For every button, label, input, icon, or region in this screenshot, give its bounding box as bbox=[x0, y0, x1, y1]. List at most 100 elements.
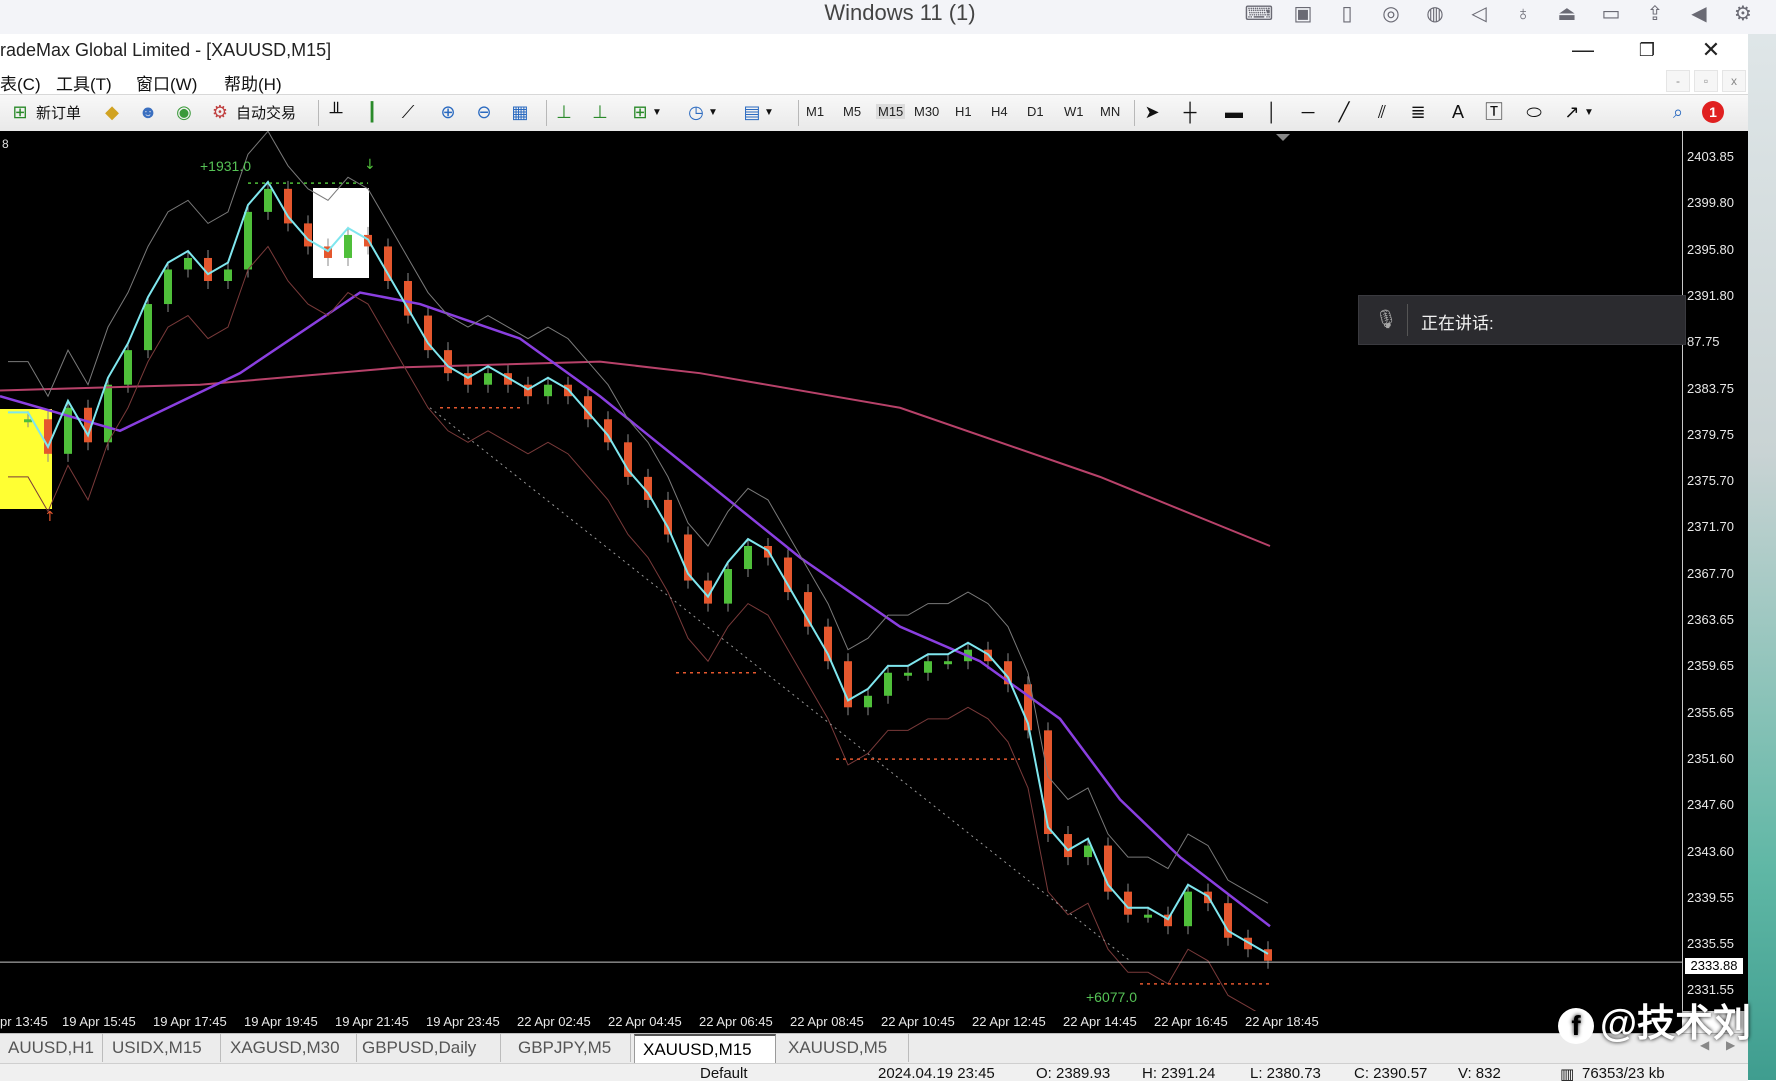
mdi-restore-button[interactable]: ▫ bbox=[1694, 70, 1718, 92]
mdi-minimize-button[interactable]: - bbox=[1666, 70, 1690, 92]
toolbar-separator bbox=[798, 100, 799, 126]
vertical-line-button[interactable]: │ bbox=[1260, 99, 1284, 125]
speaker-icon[interactable]: ◁ bbox=[1464, 2, 1494, 26]
zoom-out-icon: ⊖ bbox=[476, 102, 492, 122]
tab-gbpjpy-m5[interactable]: GBPJPY,M5 bbox=[510, 1034, 631, 1062]
candle-body bbox=[144, 304, 152, 351]
candle-body bbox=[264, 188, 272, 212]
timeframe-h4[interactable]: H4 bbox=[991, 104, 1008, 119]
remote-session-title: Windows 11 (1) bbox=[824, 0, 976, 25]
price-tick-label: 2371.70 bbox=[1687, 519, 1734, 535]
time-tick-label: 19 Apr 15:45 bbox=[62, 1014, 136, 1029]
timeframe-h1[interactable]: H1 bbox=[955, 104, 972, 119]
close-button[interactable]: ✕ bbox=[1688, 36, 1734, 64]
time-tick-label: 22 Apr 18:45 bbox=[1245, 1014, 1319, 1029]
restore-button[interactable]: ❐ bbox=[1624, 36, 1670, 64]
candle-chart-button[interactable]: ┃ bbox=[360, 99, 384, 125]
tile-windows-button[interactable]: ▦ bbox=[508, 99, 532, 125]
ellipse-tool-button[interactable]: ⬭ bbox=[1522, 99, 1546, 125]
share-icon[interactable]: ⇪ bbox=[1640, 2, 1670, 26]
mdi-close-button[interactable]: x bbox=[1722, 70, 1746, 92]
candle-body bbox=[24, 419, 32, 423]
cursor-tool-button[interactable]: ➤ bbox=[1140, 99, 1164, 125]
people-icon: ☻ bbox=[138, 102, 158, 122]
usb-icon[interactable]: ▯ bbox=[1332, 2, 1362, 26]
autoscroll-button[interactable]: ⊥ bbox=[588, 99, 612, 125]
timeframe-m5[interactable]: M5 bbox=[843, 104, 861, 119]
notification-badge: 1 bbox=[1702, 101, 1724, 123]
minimize-button[interactable]: — bbox=[1560, 36, 1606, 64]
time-tick-label: 22 Apr 10:45 bbox=[881, 1014, 955, 1029]
fibonacci-button[interactable]: ≣ bbox=[1406, 99, 1430, 125]
tab-xagusd-m30[interactable]: XAGUSD,M30 bbox=[222, 1034, 357, 1062]
zoom-out-button[interactable]: ⊖ bbox=[472, 99, 496, 125]
time-tick-label: 19 Apr 23:45 bbox=[426, 1014, 500, 1029]
line-chart-button[interactable]: ⟋ bbox=[396, 99, 420, 125]
auto-trading-button[interactable]: ⚙ 自动交易 bbox=[208, 99, 296, 125]
chip-icon[interactable]: ▣ bbox=[1288, 2, 1318, 26]
zoom-in-button[interactable]: ⊕ bbox=[436, 99, 460, 125]
gear-icon[interactable]: ⚙ bbox=[1728, 2, 1758, 26]
templates-button[interactable]: ▤ ▼ bbox=[740, 99, 773, 125]
channel-icon: ⫽ bbox=[1377, 102, 1387, 122]
new-order-button[interactable]: ⊞ 新订单 bbox=[8, 99, 81, 125]
accounts-button[interactable]: ☻ bbox=[136, 99, 160, 125]
price-tick-label: 2339.55 bbox=[1687, 889, 1734, 905]
menu-window[interactable]: 窗口(W) bbox=[136, 70, 197, 95]
bottom-trade-annotation: +6077.0 bbox=[1086, 989, 1137, 1005]
signals-button[interactable]: ◉ bbox=[172, 99, 196, 125]
timeframe-m15[interactable]: M15 bbox=[876, 104, 906, 119]
rectangle-tool-button[interactable]: ▬ bbox=[1222, 99, 1246, 125]
horizontal-line-button[interactable]: ─ bbox=[1296, 99, 1320, 125]
status-volume: V: 832 bbox=[1458, 1065, 1501, 1081]
timeframe-m1[interactable]: M1 bbox=[806, 104, 824, 119]
fibonacci-icon: ≣ bbox=[1410, 102, 1426, 122]
gold-bar-icon: ◆ bbox=[105, 102, 119, 122]
speed-icon[interactable]: ◎ bbox=[1376, 2, 1406, 26]
tab-xauusd-m5[interactable]: XAUUSD,M5 bbox=[780, 1034, 909, 1062]
tab-xauusd-m15[interactable]: XAUUSD,M15 bbox=[634, 1034, 776, 1064]
time-tick-label: 22 Apr 16:45 bbox=[1154, 1014, 1228, 1029]
camera-icon[interactable]: ▭ bbox=[1596, 2, 1626, 26]
price-tick-label: 2355.65 bbox=[1687, 704, 1734, 720]
trendline-button[interactable]: ╱ bbox=[1332, 99, 1356, 125]
drive-icon[interactable]: ⏏ bbox=[1552, 2, 1582, 26]
timeframe-m30[interactable]: M30 bbox=[914, 104, 939, 119]
gold-bar-button[interactable]: ◆ bbox=[100, 99, 124, 125]
timeframe-mn[interactable]: MN bbox=[1100, 104, 1120, 119]
menu-help[interactable]: 帮助(H) bbox=[224, 70, 282, 95]
search-button[interactable]: ⌕ bbox=[1666, 99, 1690, 125]
down-arrow-icon: ↓ bbox=[364, 157, 376, 173]
globe-icon[interactable]: ◍ bbox=[1420, 2, 1450, 26]
menu-chart[interactable]: 表(C) bbox=[0, 70, 41, 95]
text-tool-button[interactable]: A bbox=[1446, 99, 1470, 125]
voice-activity-popup: 🎙 正在讲话: bbox=[1358, 295, 1686, 345]
time-tick-label: 19 Apr 21:45 bbox=[335, 1014, 409, 1029]
tab-auusd-h1[interactable]: AUUSD,H1 bbox=[0, 1034, 103, 1062]
tab-gbpusd-daily[interactable]: GBPUSD,Daily bbox=[354, 1034, 501, 1062]
channel-tool-button[interactable]: ⫽ bbox=[1370, 99, 1394, 125]
indicators-button[interactable]: ⊞ ▼ bbox=[628, 99, 661, 125]
candle-body bbox=[544, 384, 552, 397]
periods-button[interactable]: ◷ ▼ bbox=[684, 99, 718, 125]
tab-usidx-m15[interactable]: USIDX,M15 bbox=[104, 1034, 221, 1062]
menu-tools[interactable]: 工具(T) bbox=[56, 70, 112, 95]
dropdown-arrow-icon: ▼ bbox=[708, 106, 718, 118]
chart-shift-button[interactable]: ⊥ bbox=[552, 99, 576, 125]
notifications-button[interactable]: 1 bbox=[1702, 99, 1724, 125]
cursor-icon: ➤ bbox=[1144, 102, 1160, 122]
text-label-button[interactable]: 🅃 bbox=[1482, 99, 1506, 125]
bar-chart-button[interactable]: ╨ bbox=[324, 99, 348, 125]
price-axis: 2403.85 2399.80 2395.80 2391.80 87.75 2383.75… bbox=[1682, 131, 1749, 1011]
candle-body bbox=[224, 269, 232, 282]
crosshair-tool-button[interactable]: ┼ bbox=[1178, 99, 1202, 125]
candle-body bbox=[724, 569, 732, 604]
back-icon[interactable]: ◀ bbox=[1684, 2, 1714, 26]
timeframe-w1[interactable]: W1 bbox=[1064, 104, 1084, 119]
keyboard-icon[interactable]: ⌨ bbox=[1244, 2, 1274, 26]
microphone-icon[interactable]: ♁ bbox=[1508, 2, 1538, 26]
price-chart[interactable]: ↓ ↑ 8 +1931.0 +6077.0 bbox=[0, 131, 1682, 1011]
price-tick-label: 2351.60 bbox=[1687, 750, 1734, 766]
timeframe-d1[interactable]: D1 bbox=[1027, 104, 1044, 119]
arrows-tool-button[interactable]: ↗ ▼ bbox=[1560, 99, 1593, 125]
